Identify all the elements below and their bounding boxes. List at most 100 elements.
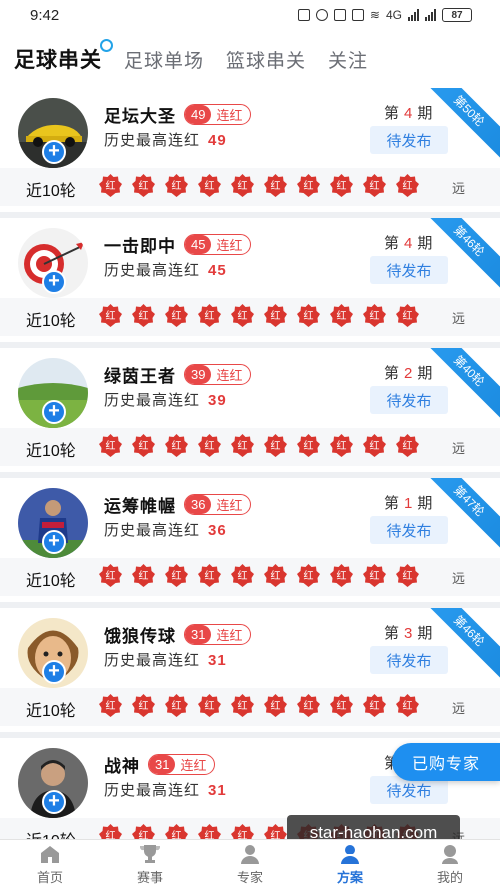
badge-row: 红红红红红红红红红红 [98,303,420,328]
history-best-value: 31 [208,652,227,669]
period-label: 第2期 [384,365,433,382]
red-result-badge: 红 [164,433,189,458]
red-result-badge: 红 [197,173,222,198]
history-best: 历史最高连红 31 [104,782,227,799]
badge-row: 红红红红红红红红红红 [98,433,420,458]
nav-plans[interactable]: 方案 [300,840,400,889]
svg-text:红: 红 [172,699,182,712]
expert-name: 战神 [104,757,140,776]
svg-text:红: 红 [304,179,314,192]
streak-label: 连红 [180,758,207,773]
nav-home[interactable]: 首页 [0,840,100,889]
expert-card[interactable]: + 运筹帷幄 36 连红 历史最高连红 36 第 1 期待发布 第47轮 近10轮红红红红红红红红红… [0,478,500,608]
pending-button[interactable]: 待发布 [370,646,448,674]
svg-text:红: 红 [403,569,413,582]
far-label: 远 [452,181,466,196]
tab-follow[interactable]: 关注 [328,46,368,73]
follow-plus-icon[interactable]: + [42,400,66,424]
red-result-badge: 红 [98,303,123,328]
red-result-badge: 红 [296,433,321,458]
red-result-badge: 红 [98,433,123,458]
red-result-badge: 红 [296,303,321,328]
streak-label: 连红 [216,628,243,643]
svg-text:红: 红 [337,569,347,582]
follow-plus-icon[interactable]: + [42,660,66,684]
recent-results-row: 近10轮 红 红 红 红 红 红 红 红 红 红 远 [0,428,500,466]
expert-card[interactable]: + 绿茵王者 39 连红 历史最高连红 39 第 2 期待发布 第40轮 近10轮红红红红红红红红红… [0,348,500,478]
follow-plus-icon[interactable]: + [42,790,66,814]
svg-text:红: 红 [271,179,281,192]
red-result-badge: 红 [329,693,354,718]
nav-matches[interactable]: 赛事 [100,840,200,889]
home-icon [41,845,59,863]
streak-count: 49 [185,105,212,124]
svg-text:红: 红 [205,179,215,192]
recent-label: 近10轮 [26,573,76,590]
tab-basketball-parlay[interactable]: 篮球串关 [226,46,306,73]
svg-text:红: 红 [172,439,182,452]
svg-text:红: 红 [370,569,380,582]
nav-plans-label: 方案 [336,869,363,885]
nav-matches-label: 赛事 [136,869,163,885]
nav-profile[interactable]: 我的 [400,840,500,889]
pending-button[interactable]: 待发布 [370,516,448,544]
history-best-value: 49 [208,132,227,149]
expert-card[interactable]: + 足坛大圣 49 连红 历史最高连红 49 第 4 期待发布 第50轮 近10轮红红红红红红红红红… [0,88,500,218]
follow-plus-icon[interactable]: + [42,530,66,554]
red-result-badge: 红 [395,693,420,718]
svg-text:红: 红 [370,699,380,712]
follow-plus-icon[interactable]: + [42,140,66,164]
status-bar: 9:42 ≋ 4G 87 [0,0,500,30]
period-label: 第1期 [384,495,433,512]
svg-text:红: 红 [139,439,149,452]
history-best: 历史最高连红 36 [104,522,227,539]
streak-badge: 31 连红 [184,624,252,645]
streak-label: 连红 [216,108,243,123]
tab-football-single[interactable]: 足球单场 [124,46,204,73]
streak-count: 31 [149,755,176,774]
pending-button[interactable]: 待发布 [370,256,448,284]
red-result-badge: 红 [197,693,222,718]
svg-text:红: 红 [304,699,314,712]
purchased-experts-button[interactable]: 已购专家 [392,743,500,781]
svg-text:红: 红 [370,439,380,452]
svg-text:红: 红 [370,179,380,192]
svg-text:红: 红 [205,309,215,322]
svg-text:红: 红 [205,439,215,452]
recent-label: 近10轮 [26,313,76,330]
expert-card[interactable]: + 一击即中 45 连红 历史最高连红 45 第 4 期待发布 第46轮 近10轮红红红红红红红红红… [0,218,500,348]
streak-label: 连红 [216,498,243,513]
red-result-badge: 红 [131,303,156,328]
history-best-value: 31 [208,782,227,799]
follow-plus-icon[interactable]: + [42,270,66,294]
red-result-badge: 红 [395,563,420,588]
history-best: 历史最高连红 45 [104,262,227,279]
pending-button[interactable]: 待发布 [370,126,448,154]
red-result-badge: 红 [131,173,156,198]
svg-text:红: 红 [172,179,182,192]
tab-football-parlay[interactable]: 足球串关 [14,39,113,74]
signal-icon [408,9,419,21]
svg-text:红: 红 [238,699,248,712]
pending-button[interactable]: 待发布 [370,386,448,414]
period-label: 第4期 [384,105,433,122]
nav-experts-label: 专家 [236,869,263,885]
expert-icon [241,844,259,864]
streak-count: 39 [185,365,212,384]
streak-badge: 49 连红 [184,104,252,125]
red-result-badge: 红 [131,693,156,718]
recent-results-row: 近10轮 红 红 红 红 红 红 红 红 红 红 远 [0,688,500,726]
red-result-badge: 红 [230,303,255,328]
svg-text:红: 红 [271,309,281,322]
red-result-badge: 红 [131,563,156,588]
svg-text:红: 红 [271,439,281,452]
svg-text:红: 红 [337,179,347,192]
red-result-badge: 红 [395,173,420,198]
svg-text:红: 红 [271,699,281,712]
history-best: 历史最高连红 49 [104,132,227,149]
nav-experts[interactable]: 专家 [200,840,300,889]
wifi-icon: ≋ [369,8,380,22]
expert-card[interactable]: + 饿狼传球 31 连红 历史最高连红 31 第 3 期待发布 第46轮 近10轮红红红红红红红红红… [0,608,500,738]
red-result-badge: 红 [296,693,321,718]
expert-name: 一击即中 [104,237,176,256]
